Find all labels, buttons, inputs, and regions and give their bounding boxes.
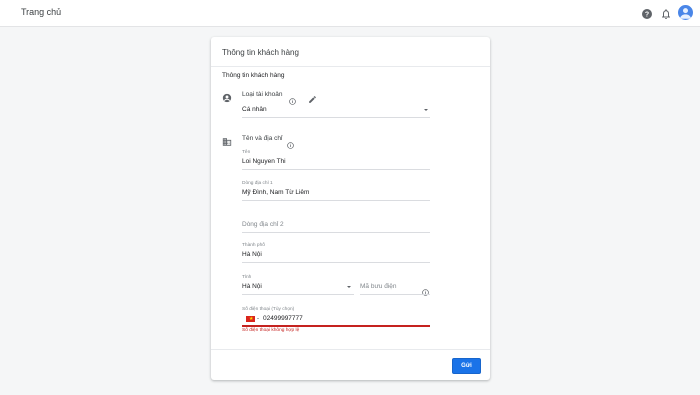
address-line2-placeholder: Dòng địa chỉ 2	[242, 221, 284, 228]
account-type-label: Loại tài khoản	[242, 91, 283, 98]
card-footer-divider	[211, 349, 490, 350]
chevron-down-icon	[257, 318, 259, 319]
page-title[interactable]: Trang chủ	[21, 7, 61, 17]
phone-field-label: Số điện thoại (Tùy chọn)	[242, 307, 295, 312]
address-line2-field[interactable]: Dòng địa chỉ 2	[242, 219, 430, 233]
info-icon[interactable]	[289, 92, 296, 105]
chevron-down-icon	[424, 109, 428, 111]
card-header-divider	[211, 66, 490, 67]
city-field[interactable]: Thành phố Hà Nội	[242, 243, 430, 263]
field-underline	[242, 200, 430, 201]
address-line1-label: Dòng địa chỉ 1	[242, 181, 273, 186]
help-icon[interactable]: ?	[641, 7, 653, 19]
avatar[interactable]	[678, 5, 693, 20]
pencil-icon[interactable]	[308, 91, 317, 103]
phone-field-value: 02499997777	[263, 315, 303, 322]
account-circle-icon	[222, 90, 232, 103]
account-type-value: Cá nhân	[242, 106, 267, 113]
phone-field[interactable]: Số điện thoại (Tùy chọn) ★ 02499997777	[242, 307, 430, 327]
address-line1-field[interactable]: Dòng địa chỉ 1 Mỹ Đình, Nam Từ Liêm	[242, 181, 430, 201]
top-bar: Trang chủ ?	[0, 0, 700, 27]
card-title: Thông tin khách hàng	[222, 48, 299, 57]
field-underline	[242, 232, 430, 233]
province-select[interactable]: Tỉnh Hà Nội	[242, 275, 354, 295]
field-underline-error	[242, 325, 430, 327]
field-underline	[242, 262, 430, 263]
province-value: Hà Nội	[242, 283, 262, 290]
info-icon[interactable]	[287, 136, 294, 149]
submit-button[interactable]: Gửi	[452, 358, 481, 374]
name-field-label: Tên	[242, 150, 251, 155]
customer-info-card: Thông tin khách hàng Thông tin khách hàn…	[211, 37, 490, 380]
postal-code-field[interactable]: Mã bưu điện	[360, 275, 430, 296]
building-icon	[222, 134, 232, 146]
address-line1-value: Mỹ Đình, Nam Từ Liêm	[242, 189, 310, 196]
svg-text:?: ?	[645, 12, 649, 19]
city-field-label: Thành phố	[242, 243, 265, 248]
postal-code-placeholder: Mã bưu điện	[360, 283, 397, 290]
province-label: Tỉnh	[242, 275, 252, 280]
info-icon[interactable]	[422, 283, 429, 296]
field-underline	[360, 294, 430, 295]
phone-error-message: Số điện thoại không hợp lệ	[242, 328, 300, 333]
section-title: Thông tin khách hàng	[222, 72, 285, 79]
name-field[interactable]: Tên Loi Nguyen Thi	[242, 150, 430, 170]
name-address-label: Tên và địa chỉ	[242, 135, 283, 142]
field-underline	[242, 169, 430, 170]
name-field-value: Loi Nguyen Thi	[242, 158, 286, 165]
field-underline	[242, 294, 354, 295]
vietnam-flag-icon[interactable]: ★	[246, 316, 255, 322]
select-underline	[242, 117, 430, 118]
city-field-value: Hà Nội	[242, 251, 262, 258]
account-type-select[interactable]: Cá nhân	[242, 104, 430, 118]
chevron-down-icon	[347, 286, 351, 288]
bell-icon[interactable]	[660, 7, 672, 19]
